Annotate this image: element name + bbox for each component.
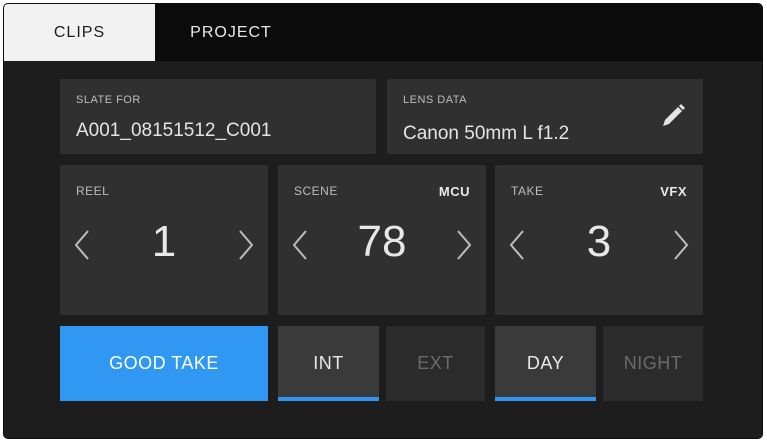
day-selected-indicator xyxy=(495,397,596,401)
reel-increment-button[interactable] xyxy=(233,227,257,263)
pencil-icon[interactable] xyxy=(660,103,686,129)
night-button[interactable]: NIGHT xyxy=(603,326,703,401)
take-panel: TAKE VFX 3 xyxy=(495,165,703,315)
tab-clips[interactable]: CLIPS xyxy=(4,4,155,61)
take-tag[interactable]: VFX xyxy=(660,184,687,199)
ext-button[interactable]: EXT xyxy=(386,326,485,401)
scene-tag[interactable]: MCU xyxy=(439,184,470,199)
lens-data-panel[interactable]: LENS DATA Canon 50mm L f1.2 xyxy=(387,79,703,154)
take-increment-button[interactable] xyxy=(668,227,692,263)
int-label: INT xyxy=(313,353,344,373)
slate-for-value: A001_08151512_C001 xyxy=(76,120,272,141)
scene-panel: SCENE MCU 78 xyxy=(278,165,486,315)
tab-project[interactable]: PROJECT xyxy=(155,4,307,61)
good-take-button[interactable]: GOOD TAKE xyxy=(60,326,268,401)
lens-data-label: LENS DATA xyxy=(403,94,467,106)
reel-panel: REEL 1 xyxy=(60,165,268,315)
slate-screen: CLIPS PROJECT SLATE FOR A001_08151512_C0… xyxy=(3,3,763,439)
take-label: TAKE xyxy=(511,184,544,198)
int-selected-indicator xyxy=(278,397,379,401)
lens-data-value: Canon 50mm L f1.2 xyxy=(403,123,570,144)
tab-bar: CLIPS PROJECT xyxy=(4,4,762,61)
slate-for-label: SLATE FOR xyxy=(76,94,141,106)
scene-label: SCENE xyxy=(294,184,338,198)
day-label: DAY xyxy=(526,353,565,373)
slate-for-panel[interactable]: SLATE FOR A001_08151512_C001 xyxy=(60,79,376,154)
scene-increment-button[interactable] xyxy=(451,227,475,263)
int-button[interactable]: INT xyxy=(278,326,379,401)
reel-label: REEL xyxy=(76,184,110,198)
day-button[interactable]: DAY xyxy=(495,326,596,401)
